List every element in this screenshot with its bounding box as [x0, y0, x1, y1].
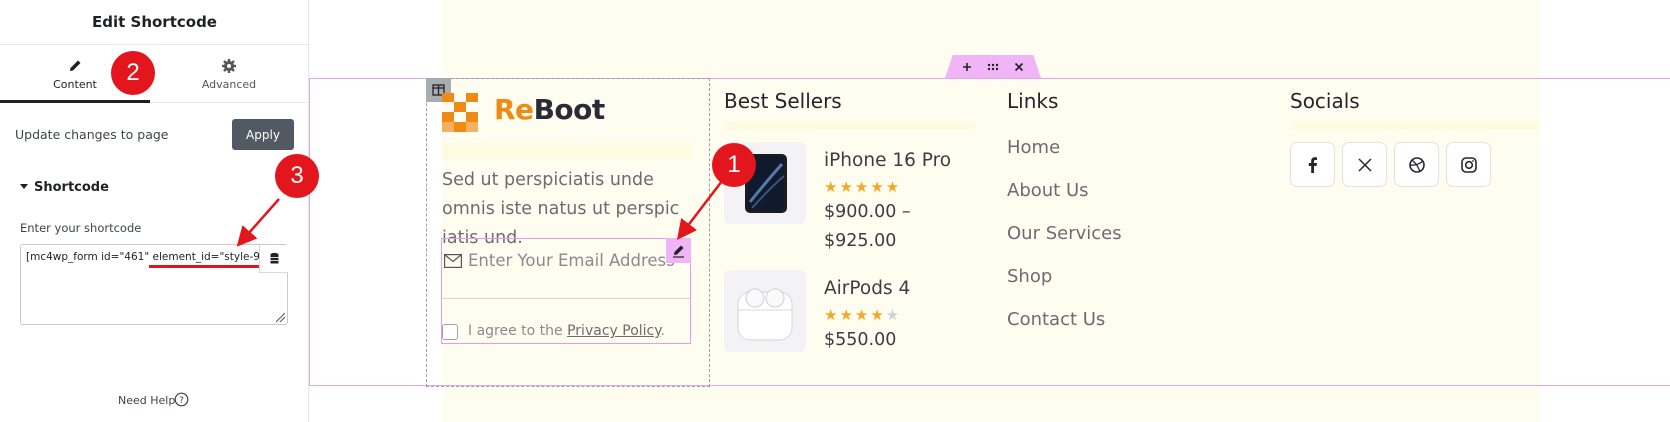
footer-link-contact[interactable]: Contact Us — [1007, 309, 1105, 330]
product-name[interactable]: iPhone 16 Pro — [824, 150, 951, 171]
pencil-icon — [70, 60, 81, 71]
product-item[interactable]: iPhone 16 Pro ★★★★★ $900.00 – $925.00 — [724, 142, 964, 251]
dribbble-icon — [1409, 157, 1425, 173]
dynamic-tags-button[interactable] — [259, 245, 288, 273]
gear-icon — [222, 59, 236, 73]
drag-handle-icon[interactable] — [986, 60, 1000, 74]
shortcode-textarea[interactable]: [mc4wp_form id="461" element_id="style-9… — [20, 244, 288, 325]
airpods-image — [737, 288, 793, 341]
product-price: $900.00 – $925.00 — [824, 202, 911, 251]
email-placeholder: Enter Your Email Address — [468, 251, 675, 270]
close-icon[interactable] — [1012, 60, 1026, 74]
add-icon[interactable] — [960, 60, 974, 74]
divider-bar — [724, 122, 974, 130]
best-sellers-title: Best Sellers — [724, 89, 842, 113]
panel-title: Edit Shortcode — [0, 0, 309, 45]
update-text: Update changes to page — [15, 127, 169, 142]
reboot-logo[interactable]: ReBoot — [442, 93, 612, 135]
svg-text:?: ? — [179, 396, 184, 406]
product-item[interactable]: AirPods 4 ★★★★★ $550.00 — [724, 270, 964, 360]
consent-text: I agree to the Privacy Policy. — [468, 323, 665, 339]
editor-panel: Edit Shortcode Content Advanced Update c… — [0, 0, 309, 422]
database-icon — [270, 252, 279, 264]
tab-advanced[interactable]: Advanced — [154, 45, 304, 103]
dribbble-button[interactable] — [1394, 142, 1439, 187]
privacy-policy-link[interactable]: Privacy Policy — [567, 323, 660, 339]
facebook-button[interactable] — [1290, 142, 1335, 187]
links-title: Links — [1007, 89, 1059, 113]
privacy-checkbox[interactable] — [442, 324, 458, 340]
footer-link-services[interactable]: Our Services — [1007, 223, 1122, 244]
section-title: Shortcode — [34, 180, 109, 195]
product-price: $550.00 — [824, 330, 897, 350]
tab-advanced-label: Advanced — [201, 78, 257, 91]
divider-bar — [442, 143, 692, 159]
footer-link-about[interactable]: About Us — [1007, 180, 1089, 201]
email-field[interactable]: Enter Your Email Address — [442, 239, 690, 299]
annotation-badge-1: 1 — [712, 143, 756, 187]
edit-widget-button[interactable] — [666, 238, 691, 263]
footer-link-shop[interactable]: Shop — [1007, 266, 1052, 287]
product-image[interactable] — [724, 270, 806, 352]
facebook-icon — [1308, 157, 1317, 173]
rating-stars: ★★★★★ — [824, 306, 902, 324]
logo-text: ReBoot — [494, 93, 605, 126]
rating-stars: ★★★★★ — [824, 178, 902, 196]
shortcode-field-label: Enter your shortcode — [20, 221, 142, 235]
annotation-underline — [149, 265, 259, 268]
mail-icon — [444, 254, 462, 268]
page-canvas: ReBoot Sed ut perspiciatis unde omnis is… — [309, 0, 1670, 422]
shortcode-section-toggle[interactable]: Shortcode — [20, 180, 109, 195]
need-help-link[interactable]: Need Help — [118, 394, 175, 407]
resize-grip-icon[interactable] — [275, 312, 285, 322]
socials-title: Socials — [1290, 89, 1360, 113]
apply-button[interactable]: Apply — [232, 119, 294, 150]
shortcode-value: [mc4wp_form id="461" element_id="style-9… — [26, 251, 269, 263]
divider-bar — [1290, 122, 1540, 130]
annotation-badge-2: 2 — [111, 51, 155, 95]
section-handle[interactable] — [945, 55, 1041, 78]
instagram-button[interactable] — [1446, 142, 1491, 187]
annotation-badge-3: 3 — [275, 154, 319, 198]
logo-mark-icon — [442, 93, 478, 132]
x-button[interactable] — [1342, 142, 1387, 187]
pencil-icon — [673, 245, 684, 258]
product-name[interactable]: AirPods 4 — [824, 278, 910, 299]
instagram-icon — [1461, 157, 1477, 173]
help-circle-icon[interactable]: ? — [174, 392, 189, 407]
update-row: Update changes to page Apply — [15, 118, 295, 150]
caret-down-icon — [20, 184, 28, 189]
footer-link-home[interactable]: Home — [1007, 137, 1060, 158]
x-icon — [1358, 158, 1372, 172]
